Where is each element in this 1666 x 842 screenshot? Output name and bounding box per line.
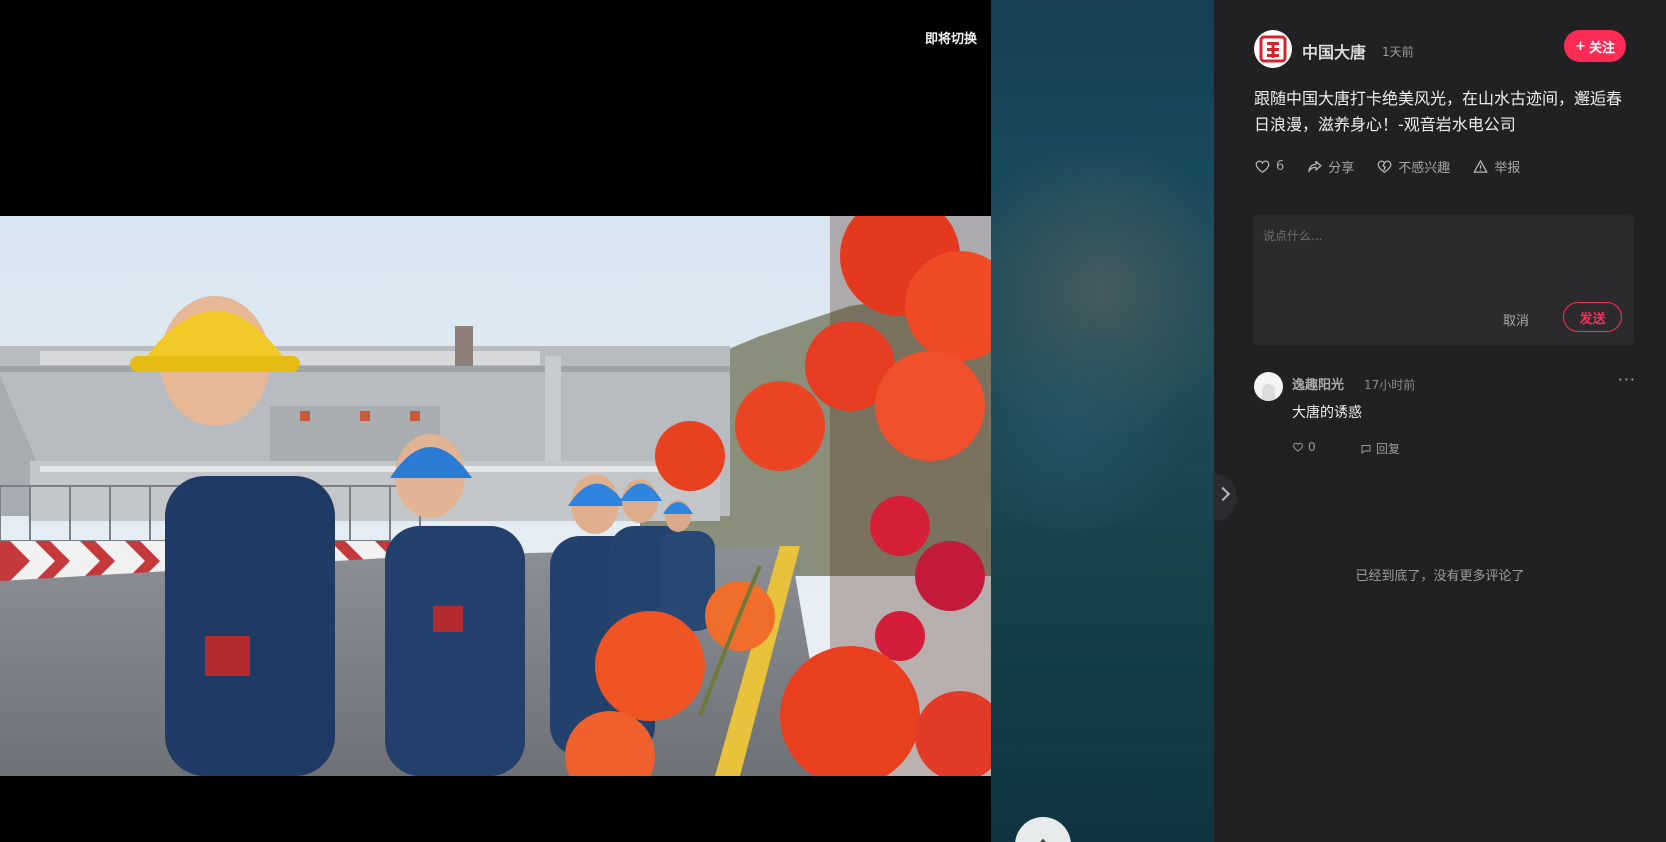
share-label: 分享: [1328, 160, 1355, 176]
share-button[interactable]: 分享: [1306, 156, 1354, 176]
comment-composer: 取消 发送: [1253, 215, 1634, 345]
detail-panel: 中国大唐 1天前 + 关注 跟随中国大唐打卡绝美风光，在山水古迹间，邂逅春日浪漫…: [1213, 0, 1666, 842]
author-name[interactable]: 中国大唐: [1302, 39, 1366, 63]
not-interested-label: 不感兴趣: [1398, 160, 1451, 176]
comment-like-count: 0: [1308, 440, 1316, 454]
cancel-button[interactable]: 取消: [1503, 310, 1529, 329]
comment-reply-button[interactable]: 回复: [1360, 440, 1400, 457]
author-header: 中国大唐 1天前 + 关注: [1254, 30, 1626, 70]
broken-heart-icon: [1377, 160, 1392, 173]
video-player[interactable]: 即将切换: [0, 0, 991, 842]
avatar[interactable]: [1254, 372, 1283, 401]
video-frame: [0, 216, 991, 776]
comment-author[interactable]: 逸趣阳光: [1292, 374, 1344, 393]
brand-logo[interactable]: [1254, 30, 1292, 68]
reply-icon: [1361, 444, 1371, 453]
comment-time: 17小时前: [1364, 378, 1416, 392]
like-button[interactable]: 6: [1254, 156, 1284, 176]
comment-like-button[interactable]: 0: [1292, 440, 1316, 454]
report-label: 举报: [1494, 160, 1521, 176]
chevron-right-icon: [1215, 486, 1231, 502]
post-title: 跟随中国大唐打卡绝美风光，在山水古迹间，邂逅春日浪漫，滋养身心！-观音岩水电公司: [1254, 89, 1623, 134]
video-still: [0, 216, 991, 776]
reply-label: 回复: [1376, 442, 1401, 456]
report-button[interactable]: 举报: [1472, 156, 1520, 176]
end-of-comments: 已经到底了，没有更多评论了: [1355, 569, 1525, 584]
not-interested-button[interactable]: 不感兴趣: [1376, 156, 1450, 176]
follow-label: 关注: [1588, 40, 1615, 56]
more-icon[interactable]: ···: [1618, 370, 1636, 389]
like-count: 6: [1276, 158, 1285, 174]
comment-input[interactable]: [1261, 225, 1625, 289]
blurred-background: [991, 0, 1214, 842]
follow-button[interactable]: + 关注: [1564, 30, 1626, 62]
send-button[interactable]: 发送: [1563, 302, 1622, 332]
collapse-panel-button[interactable]: [1213, 473, 1237, 521]
plus-icon: +: [1575, 38, 1586, 54]
comment-text: 大唐的诱惑: [1292, 405, 1362, 421]
chevron-up-icon[interactable]: [1015, 817, 1071, 842]
warning-icon: [1473, 159, 1488, 173]
heart-icon: [1255, 160, 1270, 173]
post-time: 1天前: [1382, 45, 1414, 59]
brand-logo-mark: [1259, 35, 1287, 63]
switch-hint: 即将切换: [924, 32, 977, 47]
heart-icon: [1293, 442, 1303, 452]
post-actions: 6 分享 不感兴趣 举报: [1254, 156, 1542, 176]
share-icon: [1308, 160, 1322, 172]
